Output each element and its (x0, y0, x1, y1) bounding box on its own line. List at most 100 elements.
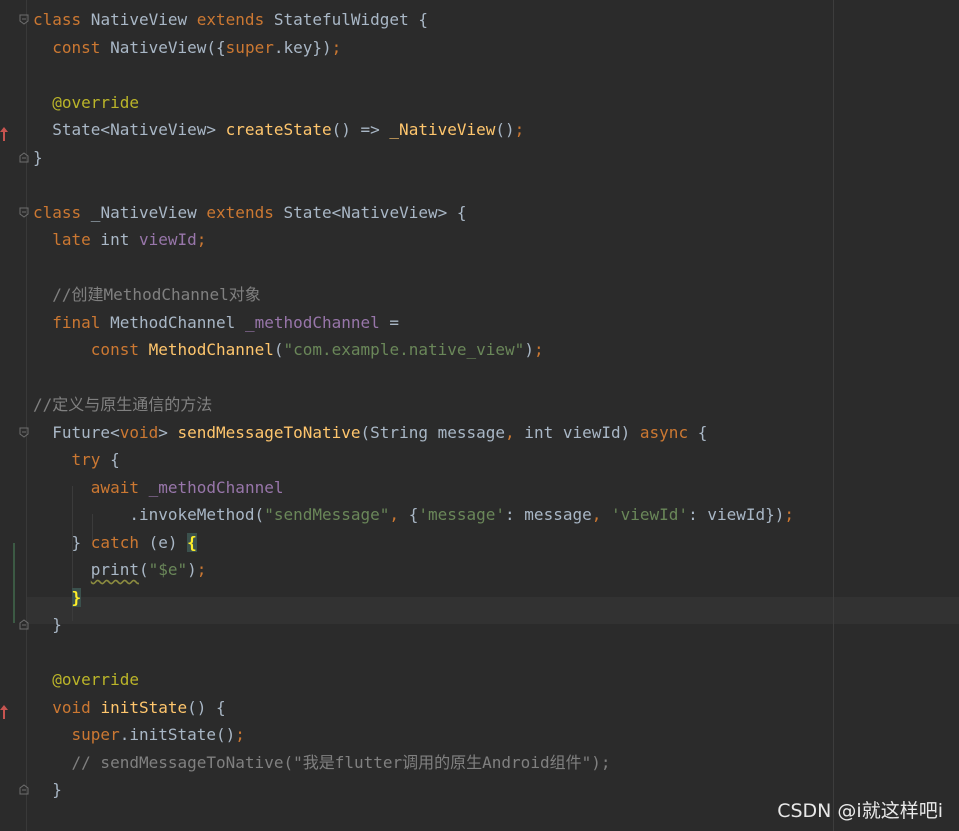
code-line[interactable]: } (0, 611, 959, 638)
code-token: ) (524, 340, 534, 359)
code-line[interactable] (0, 171, 959, 198)
code-token: await (90, 477, 139, 497)
code-token: } (33, 615, 62, 634)
code-token: initState (100, 697, 188, 717)
code-text: late int viewId; (33, 226, 206, 253)
code-token: , (389, 505, 409, 524)
code-line[interactable]: class _NativeView extends State<NativeVi… (0, 199, 959, 226)
code-line[interactable]: const MethodChannel("com.example.native_… (0, 336, 959, 363)
code-line[interactable]: //创建MethodChannel对象 (0, 281, 959, 308)
code-token: 'message' (418, 505, 506, 524)
code-line[interactable]: await _methodChannel (0, 474, 959, 501)
code-token: ; (331, 37, 342, 57)
code-line[interactable]: .invokeMethod("sendMessage", {'message':… (0, 501, 959, 528)
fold-toggle-icon[interactable] (19, 427, 29, 438)
code-line[interactable]: final MethodChannel _methodChannel = (0, 309, 959, 336)
code-line[interactable]: Future<void> sendMessageToNative(String … (0, 419, 959, 446)
code-line[interactable]: @override (0, 89, 959, 116)
code-token: catch (90, 532, 139, 552)
code-line[interactable]: class NativeView extends StatefulWidget … (0, 6, 959, 33)
code-line[interactable] (0, 639, 959, 666)
code-token: .initState() (119, 725, 236, 744)
code-token: createState (225, 120, 332, 139)
code-token: : viewId}) (688, 505, 785, 524)
code-line[interactable]: super.initState(); (0, 721, 959, 748)
code-token: super (225, 37, 274, 57)
watermark: CSDN @i就这样吧i (777, 800, 943, 822)
code-token: ; (196, 560, 207, 579)
code-line[interactable] (0, 254, 959, 281)
code-line[interactable]: // sendMessageToNative("我是flutter调用的原生An… (0, 749, 959, 776)
code-line[interactable]: try { (0, 446, 959, 473)
code-token: ; (784, 505, 795, 524)
code-token: const (52, 37, 101, 57)
code-token: MethodChannel (100, 312, 245, 332)
code-token: int (90, 230, 139, 249)
code-text: @override (33, 89, 139, 116)
fold-toggle-icon[interactable] (19, 14, 29, 25)
code-token: int viewId) (514, 422, 640, 442)
fold-toggle-icon[interactable] (19, 784, 29, 795)
code-token: State<NativeView> { (273, 202, 467, 222)
code-token: { (688, 422, 708, 442)
code-line[interactable]: } (0, 144, 959, 171)
code-token: ; (533, 340, 544, 359)
override-gutter-icon[interactable] (0, 700, 8, 719)
code-token: extends (206, 202, 274, 222)
code-token: { (100, 450, 120, 469)
code-text: print("$e"); (33, 556, 207, 583)
code-editor[interactable]: class NativeView extends StatefulWidget … (0, 0, 959, 831)
code-text: super.initState(); (33, 721, 245, 748)
code-token: async (639, 422, 689, 442)
code-line[interactable]: void initState() { (0, 694, 959, 721)
code-text: State<NativeView> createState() => _Nati… (33, 116, 524, 143)
code-line[interactable] (0, 364, 959, 391)
code-token: try (71, 450, 101, 469)
override-gutter-icon[interactable] (0, 122, 8, 141)
code-line[interactable]: late int viewId; (0, 226, 959, 253)
fold-toggle-icon[interactable] (19, 151, 29, 163)
code-text: } catch (e) { (33, 529, 197, 556)
code-line[interactable]: State<NativeView> createState() => _Nati… (0, 116, 959, 143)
code-line[interactable]: } catch (e) { (0, 529, 959, 556)
fold-toggle-icon[interactable] (19, 207, 29, 218)
code-token: _NativeView (81, 202, 207, 222)
code-token: viewId (138, 230, 197, 249)
code-text: class NativeView extends StatefulWidget … (33, 6, 428, 33)
code-text: } (33, 584, 82, 611)
code-line[interactable] (0, 61, 959, 88)
code-token: StatefulWidget { (264, 10, 428, 29)
code-token: NativeView (81, 10, 197, 29)
code-token: print (90, 560, 139, 579)
code-token: } (33, 147, 43, 167)
code-text: //定义与原生通信的方法 (33, 391, 212, 418)
fold-toggle-icon[interactable] (19, 619, 29, 630)
code-line[interactable]: print("$e"); (0, 556, 959, 583)
code-token: void (119, 422, 159, 442)
code-token: .invokeMethod( (33, 505, 265, 524)
code-token: } (33, 780, 62, 799)
code-line[interactable]: //定义与原生通信的方法 (0, 391, 959, 418)
code-line[interactable]: const NativeView({super.key}); (0, 34, 959, 61)
code-token: State<NativeView> (33, 120, 226, 139)
code-text: } (33, 144, 43, 171)
code-token: "sendMessage" (264, 505, 390, 524)
code-token: 'viewId' (611, 505, 689, 524)
code-line[interactable]: @override (0, 666, 959, 693)
code-text: void initState() { (33, 694, 225, 721)
code-text: class _NativeView extends State<NativeVi… (33, 199, 467, 226)
code-token: final (52, 312, 101, 332)
code-line[interactable]: } (0, 584, 959, 611)
code-text: .invokeMethod("sendMessage", {'message':… (33, 501, 794, 528)
code-token: { (408, 505, 419, 524)
code-token: @override (52, 670, 139, 689)
code-token: (e) (138, 532, 188, 552)
code-token: > (158, 422, 178, 442)
